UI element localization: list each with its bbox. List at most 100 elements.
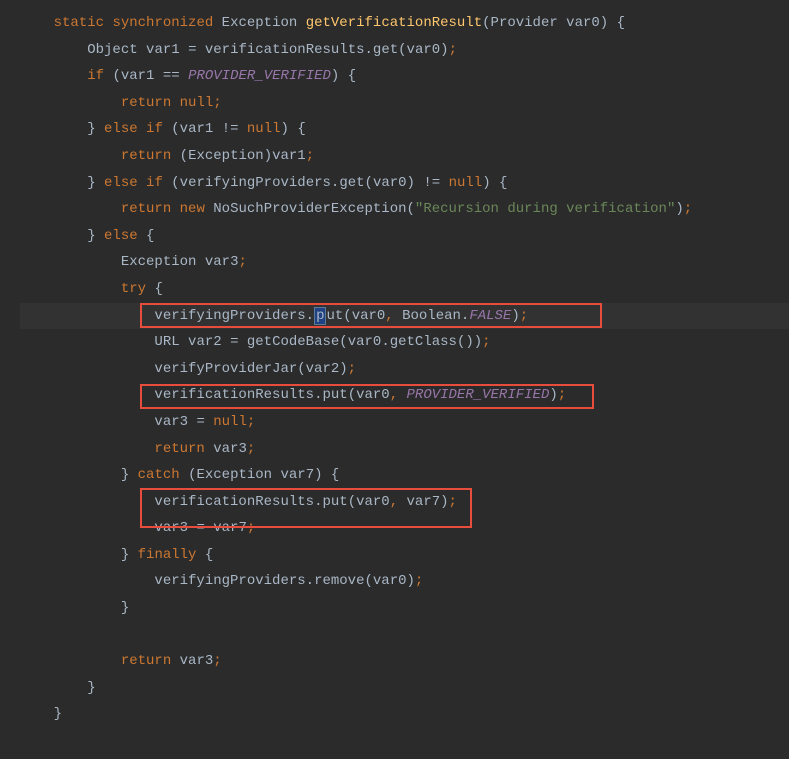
val: var7: [213, 520, 247, 536]
cast-type: Exception: [188, 148, 264, 164]
obj: verifyingProviders: [154, 308, 305, 324]
code-line[interactable]: if (var1 == PROVIDER_VERIFIED) {: [20, 63, 789, 90]
obj: verifyingProviders: [180, 175, 331, 191]
arg: var0: [356, 494, 390, 510]
keyword-synchronized: synchronized: [112, 15, 213, 31]
keyword-finally: finally: [138, 547, 197, 563]
var: var2: [188, 334, 222, 350]
var: var1: [146, 42, 180, 58]
constant: PROVIDER_VERIFIED: [407, 387, 550, 403]
obj: verificationResults: [154, 387, 314, 403]
brace: {: [499, 175, 507, 191]
code-line[interactable]: static synchronized Exception getVerific…: [20, 10, 789, 37]
method: ut: [326, 308, 343, 324]
code-line[interactable]: } finally {: [20, 542, 789, 569]
dot: .: [306, 308, 314, 324]
code-line[interactable]: verificationResults.put(var0, PROVIDER_V…: [20, 382, 789, 409]
keyword-return: return: [121, 148, 171, 164]
brace: {: [146, 228, 154, 244]
method: put: [322, 494, 347, 510]
paren: (: [343, 308, 351, 324]
null: null: [180, 95, 214, 111]
method: getCodeBase: [247, 334, 339, 350]
paren: (: [180, 148, 188, 164]
paren: ): [331, 68, 339, 84]
code-line[interactable]: }: [20, 701, 789, 728]
code-line[interactable]: Object var1 = verificationResults.get(va…: [20, 37, 789, 64]
code-line[interactable]: } else if (var1 != null) {: [20, 116, 789, 143]
arg: var0: [352, 308, 386, 324]
dot: .: [381, 334, 389, 350]
paren: (: [365, 175, 373, 191]
code-line[interactable]: return new NoSuchProviderException("Recu…: [20, 196, 789, 223]
null: null: [247, 121, 281, 137]
paren: (: [364, 573, 372, 589]
method: get: [373, 42, 398, 58]
keyword-else: else: [104, 175, 138, 191]
code-line[interactable]: var3 = null;: [20, 409, 789, 436]
paren: ): [264, 148, 272, 164]
code-line[interactable]: [20, 622, 789, 649]
code-line[interactable]: }: [20, 675, 789, 702]
code-line[interactable]: return var3;: [20, 436, 789, 463]
comma: ,: [390, 387, 398, 403]
null: null: [213, 414, 247, 430]
arg: var0: [407, 42, 441, 58]
code-line[interactable]: return var3;: [20, 648, 789, 675]
param-type: Provider: [491, 15, 558, 31]
code-line[interactable]: verifyProviderJar(var2);: [20, 356, 789, 383]
keyword-static: static: [54, 15, 104, 31]
arg: var0: [348, 334, 382, 350]
var: var3: [154, 520, 188, 536]
paren: (: [398, 42, 406, 58]
code-line[interactable]: verifyingProviders.remove(var0);: [20, 568, 789, 595]
code-line[interactable]: return null;: [20, 90, 789, 117]
cursor-position: p: [314, 307, 326, 325]
comma: ,: [385, 308, 393, 324]
dot: .: [306, 573, 314, 589]
method: get: [339, 175, 364, 191]
code-line[interactable]: URL var2 = getCodeBase(var0.getClass());: [20, 329, 789, 356]
code-line[interactable]: var3 = var7;: [20, 515, 789, 542]
code-line[interactable]: } catch (Exception var7) {: [20, 462, 789, 489]
code-line[interactable]: verificationResults.put(var0, var7);: [20, 489, 789, 516]
code-line[interactable]: }: [20, 595, 789, 622]
code-line-highlighted[interactable]: verifyingProviders.put(var0, Boolean.FAL…: [20, 303, 789, 330]
code-line[interactable]: return (Exception)var1;: [20, 143, 789, 170]
paren: ): [407, 573, 415, 589]
op: !=: [222, 121, 239, 137]
paren: ()): [457, 334, 482, 350]
arg: var0: [356, 387, 390, 403]
dot: .: [365, 42, 373, 58]
code-line[interactable]: try {: [20, 276, 789, 303]
var: var3: [213, 441, 247, 457]
brace: {: [297, 121, 305, 137]
arg: var7: [407, 494, 441, 510]
code-line[interactable]: Exception var3;: [20, 249, 789, 276]
obj: verifyingProviders: [154, 573, 305, 589]
keyword-try: try: [121, 281, 146, 297]
keyword-catch: catch: [138, 467, 180, 483]
code-line[interactable]: } else {: [20, 223, 789, 250]
paren: ): [407, 175, 415, 191]
brace: {: [331, 467, 339, 483]
code-editor[interactable]: static synchronized Exception getVerific…: [0, 10, 789, 728]
brace: }: [121, 467, 129, 483]
semi: ;: [415, 573, 423, 589]
brace: {: [617, 15, 625, 31]
semi: ;: [306, 148, 314, 164]
semi: ;: [449, 42, 457, 58]
semi: ;: [520, 308, 528, 324]
brace: }: [87, 121, 95, 137]
var: var3: [205, 254, 239, 270]
code-line[interactable]: } else if (verifyingProviders.get(var0) …: [20, 170, 789, 197]
paren: ): [511, 308, 519, 324]
arg: var2: [306, 361, 340, 377]
obj: verificationResults: [205, 42, 365, 58]
op: =: [196, 520, 204, 536]
brace: {: [348, 68, 356, 84]
keyword-new: new: [180, 201, 205, 217]
brace: }: [121, 600, 129, 616]
op: =: [230, 334, 238, 350]
brace: {: [205, 547, 213, 563]
